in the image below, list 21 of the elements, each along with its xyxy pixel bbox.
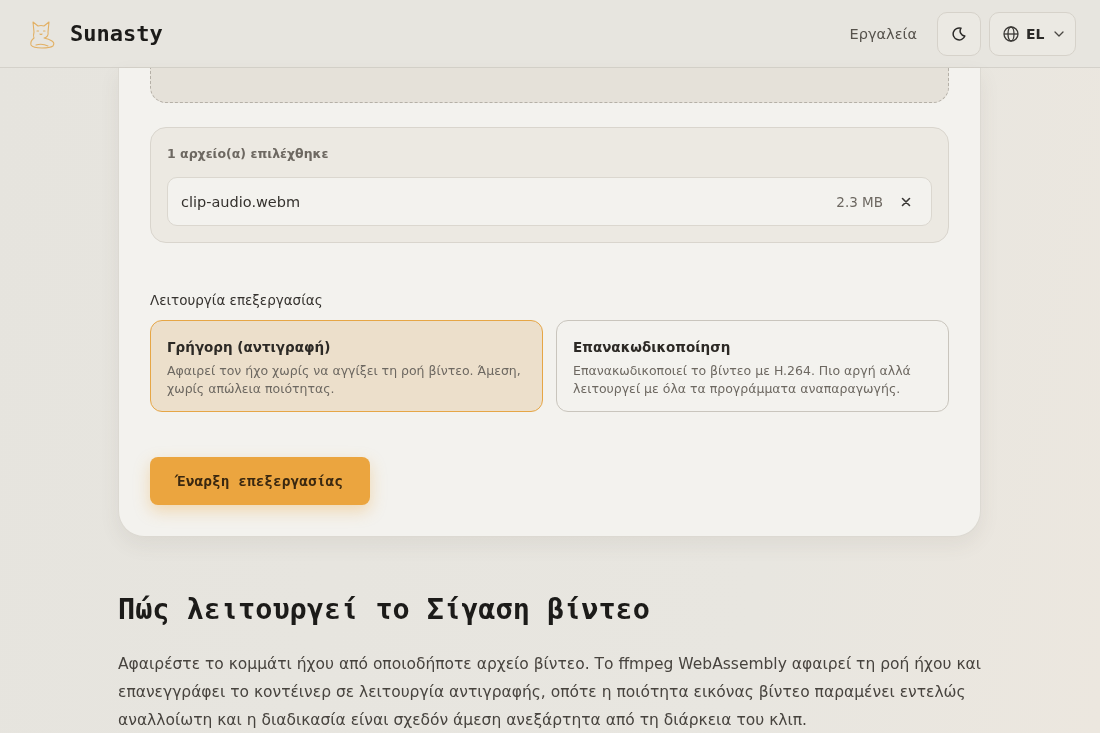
theme-toggle-button[interactable]	[937, 11, 981, 56]
mode-option[interactable]: Γρήγορη (αντιγραφή) Αφαιρεί τον ήχο χωρίς να αγγίξει τη ροή βίντεο. Άμεση, χωρίς απώλεια ποιότητας.	[150, 320, 543, 412]
chevron-down-icon	[1054, 30, 1065, 37]
mode-option[interactable]: Επανακωδικοποίηση Επανακωδικοποιεί το βίντεο με H.264. Πιο αργή αλλά λειτουργεί με όλα τα προγράμματα αναπαραγωγής.	[556, 320, 949, 412]
moon-icon	[952, 26, 966, 41]
mode-description: Αφαιρεί τον ήχο χωρίς να αγγίξει τη ροή βίντεο. Άμεση, χωρίς απώλεια ποιότητας.	[167, 362, 522, 398]
mode-label: Λειτουργία επεξεργασίας	[150, 291, 324, 309]
file-size: 2.3 MB	[836, 193, 883, 210]
close-icon	[901, 196, 911, 207]
language-button[interactable]: EL	[989, 11, 1076, 56]
start-button[interactable]: Έναρξη επεξεργασίας	[150, 457, 370, 505]
mode-description: Επανακωδικοποιεί το βίντεο με H.264. Πιο αργή αλλά λειτουργεί με όλα τα προγράμματα αναπαραγωγής.	[573, 362, 912, 398]
files-count: 1 αρχείο(α) επιλέχθηκε	[167, 145, 330, 163]
globe-icon	[1003, 25, 1019, 42]
section-paragraph: Αφαιρέστε το κομμάτι ήχου από οποιοδήποτε αρχείο βίντεο. Το ffmpeg WebAssembly αφαιρεί τη ροή ήχου και επανεγγράφει το κοντέινερ σε λειτουργία αντιγραφής, οπότε η ποιότητα εικόνας βίντεο παραμένει εντελώς αναλλοίωτη και η διαδικασία είναι σχεδόν άμεση ανεξάρτητα από τη διάρκεια του κλιπ.	[118, 654, 982, 731]
tools-link[interactable]: Εργαλεία	[849, 25, 917, 42]
file-name: clip-audio.webm	[181, 193, 302, 210]
section-heading: Πώς λειτουργεί το Σίγαση βίντεο	[118, 592, 651, 628]
mode-title: Επανακωδικοποίηση	[573, 338, 732, 356]
brand-name[interactable]: Sunasty	[70, 21, 163, 46]
mode-title: Γρήγορη (αντιγραφή)	[167, 338, 332, 356]
